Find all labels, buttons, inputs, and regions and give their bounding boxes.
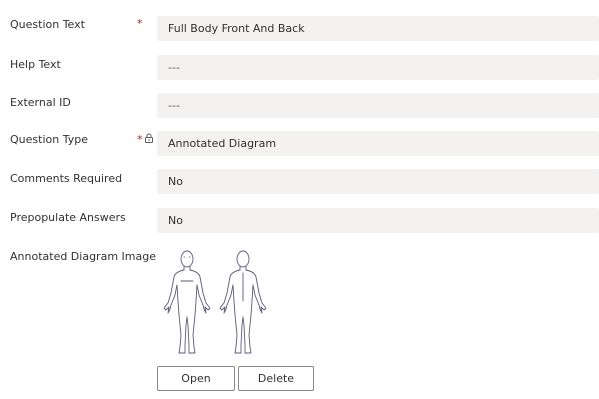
required-star: * [137, 17, 143, 30]
field-label-prepopulate-answers: Prepopulate Answers [10, 211, 126, 224]
required-locked-indicator: * [137, 133, 153, 146]
external-id-field[interactable]: --- [157, 93, 599, 118]
field-label-comments-required: Comments Required [10, 172, 123, 185]
delete-button[interactable]: Delete [238, 366, 314, 391]
comments-required-field[interactable]: No [157, 169, 599, 194]
full-body-front-back-icon [157, 245, 277, 363]
field-label-question-type: Question Type [10, 133, 88, 146]
prepopulate-answers-field[interactable]: No [157, 208, 599, 233]
body-front-figure [163, 250, 211, 354]
help-text-field[interactable]: --- [157, 55, 599, 80]
lock-icon [144, 133, 153, 146]
body-back-figure [219, 250, 267, 354]
required-star: * [137, 133, 143, 146]
question-text-field[interactable]: Full Body Front And Back [157, 16, 599, 41]
field-label-external-id: External ID [10, 96, 71, 109]
field-label-help-text: Help Text [10, 58, 61, 71]
required-indicator: * [137, 17, 143, 30]
field-label-annotated-diagram-image: Annotated Diagram Image [10, 250, 156, 263]
question-type-field[interactable]: Annotated Diagram [157, 131, 599, 156]
field-label-question-text: Question Text [10, 18, 85, 31]
open-button[interactable]: Open [157, 366, 235, 391]
